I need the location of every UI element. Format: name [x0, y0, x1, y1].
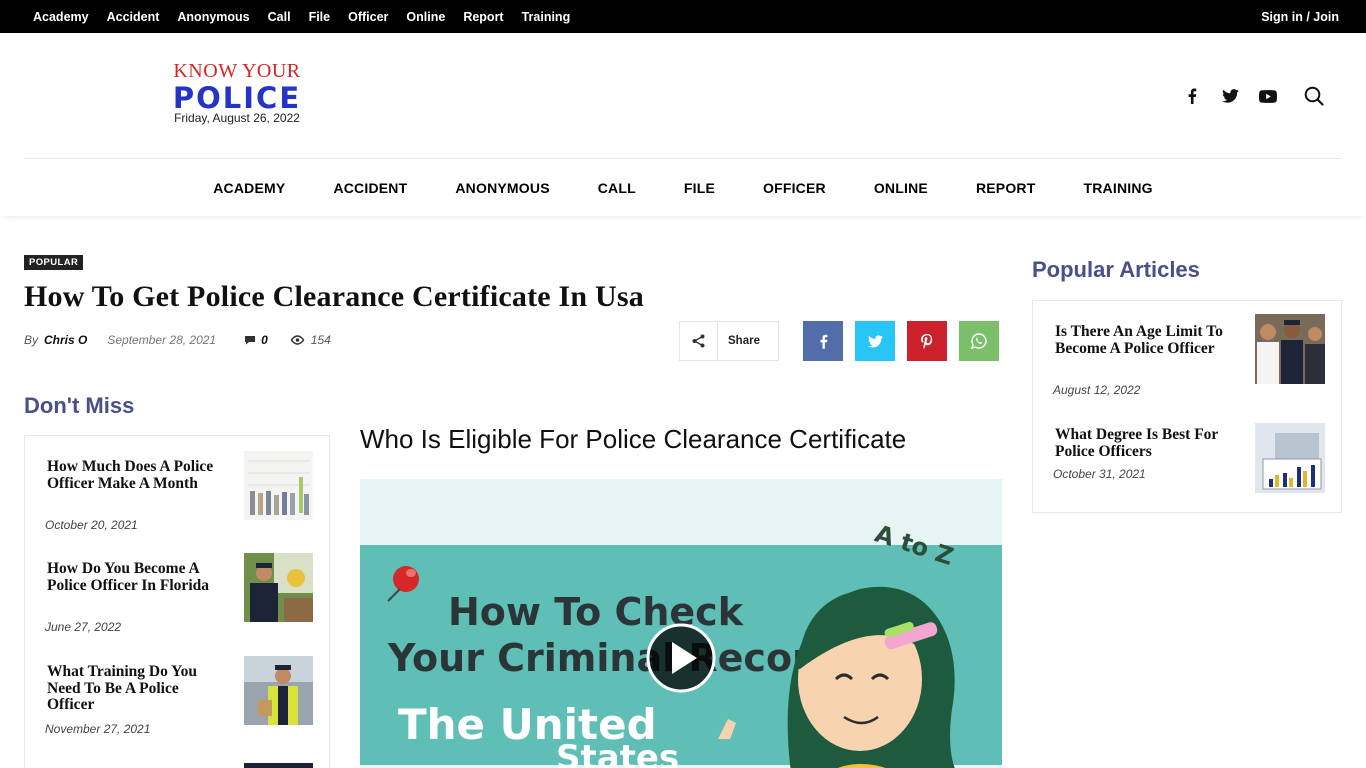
top-link-call[interactable]: Call [268, 10, 291, 24]
article-title: How To Get Police Clearance Certificate … [24, 280, 644, 313]
twitter-icon [867, 334, 883, 347]
popular-articles-title: Popular Articles [1032, 257, 1200, 282]
video-text-line2: Your Criminal Record [387, 636, 838, 680]
logo-line1: KNOW YOUR [173, 60, 301, 82]
popular-articles-box: Is There An Age Limit To Become A Police… [1032, 300, 1342, 513]
top-link-accident[interactable]: Accident [107, 10, 160, 24]
popular-item-title[interactable]: Is There An Age Limit To Become A Police… [1055, 323, 1233, 357]
search-icon[interactable] [1302, 84, 1326, 108]
share-icon [680, 322, 718, 360]
logo-line2: POLICE [172, 81, 302, 115]
menu-call[interactable]: CALL [598, 180, 636, 196]
author-link[interactable]: Chris O [44, 333, 87, 347]
pinterest-icon [921, 333, 933, 349]
menu-file[interactable]: FILE [684, 180, 715, 196]
post-date: September 28, 2021 [107, 333, 217, 347]
share-label: Share [728, 335, 760, 347]
twitter-icon[interactable] [1218, 84, 1242, 108]
top-link-online[interactable]: Online [406, 10, 445, 24]
category-badge[interactable]: POPULAR [24, 255, 84, 270]
top-link-anonymous[interactable]: Anonymous [177, 10, 249, 24]
video-text-line1: How To Check [448, 590, 744, 634]
dont-miss-item-date: October 20, 2021 [45, 518, 138, 532]
facebook-icon[interactable] [1180, 84, 1204, 108]
menu-academy[interactable]: ACADEMY [213, 180, 285, 196]
dont-miss-item-date: June 27, 2022 [45, 620, 122, 634]
site-logo[interactable]: KNOW YOUR POLICE Friday, August 26, 2022 [160, 60, 314, 125]
top-link-file[interactable]: File [309, 10, 331, 24]
comments-value: 0 [261, 333, 268, 347]
top-bar: Academy Accident Anonymous Call File Off… [0, 0, 1366, 33]
menu-anonymous[interactable]: ANONYMOUS [455, 180, 549, 196]
share-box[interactable]: Share [679, 321, 779, 361]
menu-officer[interactable]: OFFICER [763, 180, 826, 196]
section-heading: Who Is Eligible For Police Clearance Cer… [360, 424, 907, 454]
video-player[interactable]: How To Check Your Criminal Record The Un… [360, 479, 1002, 768]
signin-link[interactable]: Sign in / Join [1261, 0, 1339, 33]
officer-thumbnail[interactable] [244, 553, 313, 622]
top-link-officer[interactable]: Officer [348, 10, 388, 24]
top-link-academy[interactable]: Academy [33, 10, 89, 24]
video-text-line4: States [556, 738, 679, 768]
comment-icon [245, 336, 256, 345]
youtube-icon[interactable] [1256, 84, 1280, 108]
degree-chart-thumbnail[interactable] [1255, 423, 1325, 493]
popular-item-date: October 31, 2021 [1053, 467, 1146, 481]
header-date: Friday, August 26, 2022 [174, 111, 300, 125]
share-facebook-button[interactable] [803, 321, 843, 361]
dont-miss-item-date: November 27, 2021 [45, 722, 151, 736]
popular-item-title[interactable]: What Degree Is Best For Police Officers [1055, 426, 1233, 460]
comments-count[interactable]: 0 [244, 333, 268, 347]
top-links: Academy Accident Anonymous Call File Off… [33, 0, 588, 33]
officers-thumbnail[interactable] [1255, 314, 1325, 384]
menu-training[interactable]: TRAINING [1083, 180, 1152, 196]
share-whatsapp-button[interactable] [959, 321, 999, 361]
share-twitter-button[interactable] [855, 321, 895, 361]
whatsapp-icon [971, 333, 987, 349]
eye-icon [290, 335, 305, 345]
training-thumbnail[interactable] [244, 656, 313, 725]
menu-report[interactable]: REPORT [976, 180, 1036, 196]
social-icons [1166, 84, 1326, 108]
by-label: By [24, 333, 39, 347]
dont-miss-box: How Much Does A Police Officer Make A Mo… [24, 435, 330, 768]
menu-accident[interactable]: ACCIDENT [333, 180, 407, 196]
top-link-training[interactable]: Training [522, 10, 571, 24]
facebook-icon [819, 334, 827, 349]
article-meta: By Chris O September 28, 2021 0 154 [24, 333, 331, 347]
views-value: 154 [310, 333, 331, 347]
dont-miss-item-title[interactable]: What Training Do You Need To Be A Police… [47, 663, 229, 714]
dont-miss-item-title[interactable]: How Much Does A Police Officer Make A Mo… [47, 458, 229, 492]
views-count: 154 [290, 333, 331, 347]
main-menu: ACADEMY ACCIDENT ANONYMOUS CALL FILE OFF… [0, 159, 1366, 216]
dont-miss-title: Don't Miss [24, 393, 135, 418]
dont-miss-item-title[interactable]: How Do You Become A Police Officer In Fl… [47, 560, 229, 594]
next-item-thumbnail-peek [244, 763, 313, 768]
top-link-report[interactable]: Report [463, 10, 503, 24]
popular-item-date: August 12, 2022 [1053, 383, 1141, 397]
share-pinterest-button[interactable] [907, 321, 947, 361]
menu-online[interactable]: ONLINE [874, 180, 928, 196]
chart-thumbnail[interactable] [244, 451, 313, 520]
